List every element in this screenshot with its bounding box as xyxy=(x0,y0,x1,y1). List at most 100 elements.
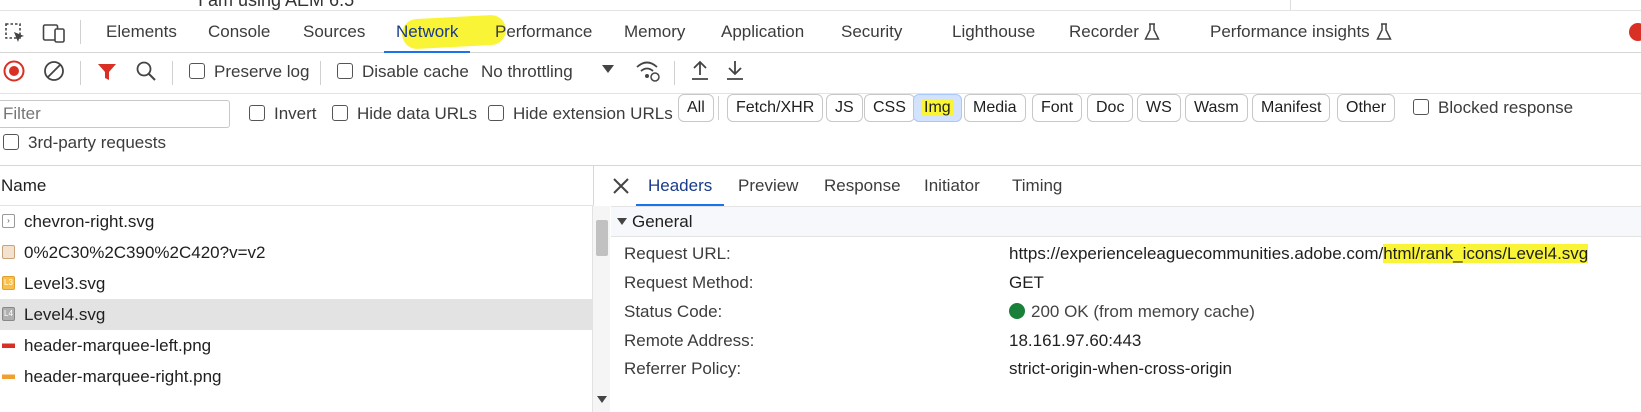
import-har-icon[interactable] xyxy=(690,59,710,81)
type-filter-fetch-xhr[interactable]: Fetch/XHR xyxy=(727,94,824,122)
request-url-value: https://experienceleaguecommunities.adob… xyxy=(1009,244,1589,264)
tab-console[interactable]: Console xyxy=(208,11,270,53)
hide-data-urls-checkbox[interactable] xyxy=(332,105,348,121)
tab-application[interactable]: Application xyxy=(721,11,804,53)
level3-badge-icon: L3 xyxy=(2,276,15,290)
type-filter-ws[interactable]: WS xyxy=(1137,94,1181,122)
table-row[interactable]: L4 Level4.svg xyxy=(0,299,592,330)
blocked-response-label: Blocked response xyxy=(1438,98,1574,117)
request-name: 0%2C30%2C390%2C420?v=v2 xyxy=(24,243,266,262)
request-url-prefix: https://experienceleaguecommunities.adob… xyxy=(1009,244,1384,263)
third-party-checkbox[interactable] xyxy=(3,134,19,150)
preserve-log-label: Preserve log xyxy=(214,62,310,81)
flask-icon xyxy=(1144,23,1160,40)
tab-performance-insights[interactable]: Performance insights xyxy=(1210,11,1370,53)
network-conditions-icon[interactable] xyxy=(635,59,661,83)
search-icon[interactable] xyxy=(135,60,157,82)
preserve-log-checkbox[interactable] xyxy=(189,63,205,79)
request-method-label: Request Method: xyxy=(624,273,754,292)
type-filter-css[interactable]: CSS xyxy=(864,94,915,122)
divider xyxy=(718,96,719,120)
clear-icon[interactable] xyxy=(43,60,65,82)
table-row[interactable]: header-marquee-right.png xyxy=(0,361,592,392)
type-filter-doc[interactable]: Doc xyxy=(1087,94,1134,122)
partial-page-text: I am using AEM 6.5 xyxy=(198,0,355,10)
network-toolbar: Preserve log Disable cache No throttling xyxy=(0,53,1641,94)
export-har-icon[interactable] xyxy=(725,59,745,81)
tab-recorder[interactable]: Recorder xyxy=(1069,11,1139,53)
hide-data-urls-label: Hide data URLs xyxy=(357,104,478,123)
table-row[interactable]: L3 Level3.svg xyxy=(0,268,592,299)
svg-file-icon: › xyxy=(2,214,15,228)
status-ok-icon xyxy=(1009,303,1025,319)
divider xyxy=(674,61,675,85)
devtools-tab-bar: Elements Console Sources Network Perform… xyxy=(0,11,1641,53)
scrollbar-thumb[interactable] xyxy=(596,220,608,256)
tab-security[interactable]: Security xyxy=(841,11,902,53)
divider xyxy=(172,61,173,85)
inspect-element-icon[interactable] xyxy=(4,22,26,44)
request-name: Level4.svg xyxy=(24,305,106,324)
throttling-select[interactable]: No throttling xyxy=(481,62,573,82)
request-name: Level3.svg xyxy=(24,274,106,293)
type-filter-all[interactable]: All xyxy=(678,94,714,122)
request-name: chevron-right.svg xyxy=(24,212,155,231)
filter-input[interactable] xyxy=(0,100,230,128)
tab-elements[interactable]: Elements xyxy=(106,11,177,53)
page-top-strip: I am using AEM 6.5 xyxy=(0,0,1641,11)
device-toolbar-icon[interactable] xyxy=(42,22,66,44)
disable-cache-checkbox[interactable] xyxy=(337,63,353,79)
collapse-triangle-icon xyxy=(617,218,627,225)
type-filter-img-label: Img xyxy=(922,99,953,116)
hide-extension-urls-checkbox[interactable] xyxy=(488,105,504,121)
request-list: Name › chevron-right.svg 0%2C30%2C390%2C… xyxy=(0,166,610,412)
scroll-down-icon[interactable] xyxy=(597,396,607,404)
table-row[interactable]: header-marquee-left.png xyxy=(0,330,592,361)
tab-preview[interactable]: Preview xyxy=(738,166,798,206)
tab-performance[interactable]: Performance xyxy=(495,11,592,53)
request-details: Headers Preview Response Initiator Timin… xyxy=(611,166,1641,412)
request-url-highlight: html/rank_icons/Level4.svg xyxy=(1383,244,1589,263)
divider xyxy=(80,20,81,44)
name-column-header[interactable]: Name xyxy=(0,166,594,206)
tab-network[interactable]: Network xyxy=(384,11,471,53)
third-party-label: 3rd-party requests xyxy=(28,133,166,152)
tab-response[interactable]: Response xyxy=(824,166,901,206)
filter-bar-row-2: 3rd-party requests xyxy=(0,133,1641,166)
table-row[interactable]: 0%2C30%2C390%2C420?v=v2 xyxy=(0,237,592,268)
filter-icon[interactable] xyxy=(96,61,118,83)
tab-initiator[interactable]: Initiator xyxy=(924,166,980,206)
referrer-policy-value: strict-origin-when-cross-origin xyxy=(1009,359,1232,378)
status-code-text: 200 OK (from memory cache) xyxy=(1031,302,1255,321)
scrollbar[interactable] xyxy=(592,206,610,412)
tab-memory[interactable]: Memory xyxy=(624,11,685,53)
type-filter-media[interactable]: Media xyxy=(964,94,1026,122)
chevron-down-icon[interactable] xyxy=(602,65,614,75)
close-icon[interactable] xyxy=(611,176,631,196)
type-filter-js[interactable]: JS xyxy=(826,94,863,122)
invert-checkbox[interactable] xyxy=(249,105,265,121)
blocked-response-checkbox[interactable] xyxy=(1413,99,1429,115)
status-code-label: Status Code: xyxy=(624,302,723,321)
record-icon[interactable] xyxy=(3,60,25,82)
filter-bar: Invert Hide data URLs Hide extension URL… xyxy=(0,94,1641,134)
image-file-icon xyxy=(2,338,15,352)
error-badge-icon[interactable] xyxy=(1628,22,1641,42)
type-filter-img[interactable]: Img xyxy=(913,94,962,122)
type-filter-other[interactable]: Other xyxy=(1337,94,1396,122)
request-name: header-marquee-left.png xyxy=(24,336,212,355)
tab-sources[interactable]: Sources xyxy=(303,11,365,53)
request-url-label: Request URL: xyxy=(624,244,731,263)
referrer-policy-label: Referrer Policy: xyxy=(624,359,742,378)
divider xyxy=(320,61,321,85)
table-row[interactable]: › chevron-right.svg xyxy=(0,206,592,237)
type-filter-manifest[interactable]: Manifest xyxy=(1252,94,1331,122)
type-filter-font[interactable]: Font xyxy=(1032,94,1083,122)
general-section-header[interactable]: General xyxy=(611,206,1641,237)
remote-address-label: Remote Address: xyxy=(624,331,755,350)
tab-lighthouse[interactable]: Lighthouse xyxy=(952,11,1035,53)
tab-headers[interactable]: Headers xyxy=(636,166,725,206)
type-filter-wasm[interactable]: Wasm xyxy=(1185,94,1248,122)
tab-timing[interactable]: Timing xyxy=(1012,166,1062,206)
remote-address-value: 18.161.97.60:443 xyxy=(1009,331,1142,350)
